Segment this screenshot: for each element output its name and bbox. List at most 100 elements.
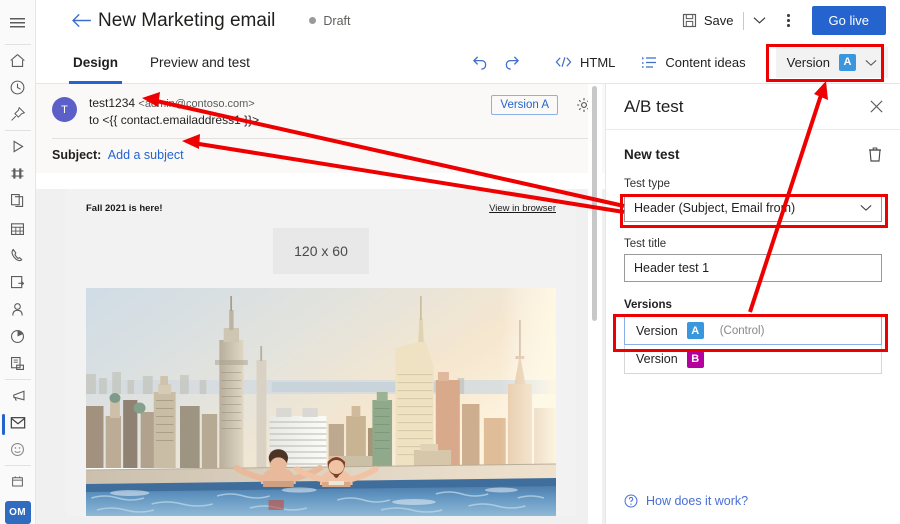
go-live-button[interactable]: Go live — [811, 6, 886, 35]
subject-input-link[interactable]: Add a subject — [108, 148, 184, 162]
test-type-value: Header (Subject, Email from) — [634, 201, 796, 215]
sidebar-item-customer-journeys[interactable] — [0, 133, 36, 160]
ab-test-panel: A/B test New test Test type Header (Subj… — [606, 84, 900, 524]
tab-design[interactable]: Design — [69, 41, 123, 84]
more-options-button[interactable] — [776, 14, 802, 27]
sidebar-item-campaigns[interactable] — [0, 382, 36, 409]
version-selector-label: Version — [786, 54, 830, 70]
sidebar-item-segments[interactable] — [0, 160, 36, 187]
hamburger-icon-button[interactable] — [0, 9, 36, 36]
sender-line[interactable]: test1234 <admin@contoso.com> — [89, 95, 259, 112]
undo-button[interactable] — [463, 55, 496, 70]
redo-icon — [505, 55, 520, 70]
delete-test-button[interactable] — [868, 146, 882, 162]
clock-icon — [10, 80, 25, 95]
new-test-row: New test — [624, 146, 882, 162]
test-title-value: Header test 1 — [634, 261, 710, 275]
email-body: Fall 2021 is here! View in browser 120 x… — [36, 189, 606, 524]
version-selector-button[interactable]: Version A — [775, 46, 888, 78]
pin-icon — [11, 107, 26, 122]
sender-name: test1234 — [89, 96, 136, 110]
segments-icon — [11, 168, 24, 179]
sidebar-item-marketing-pages[interactable] — [0, 187, 36, 214]
test-type-dropdown[interactable]: Header (Subject, Email from) — [624, 194, 882, 222]
test-title-input[interactable]: Header test 1 — [624, 254, 882, 282]
divider — [742, 11, 744, 30]
calendar-icon — [10, 222, 25, 235]
content-ideas-button[interactable]: Content ideas — [641, 54, 746, 70]
version-row-b-label: Version — [636, 352, 678, 366]
sidebar-item-marketing-emails[interactable] — [0, 409, 36, 436]
avatar[interactable]: OM — [4, 501, 31, 524]
sender-info: test1234 <admin@contoso.com> to <{{ cont… — [89, 95, 259, 128]
sidebar-item-social-posts[interactable] — [0, 436, 36, 463]
panel-title: A/B test — [624, 96, 684, 116]
megaphone-icon — [12, 390, 25, 401]
sidebar-item-recent[interactable] — [0, 74, 36, 101]
hamburger-icon — [10, 18, 25, 28]
mail-icon — [10, 416, 25, 429]
save-options-button[interactable] — [753, 12, 766, 30]
new-test-label: New test — [624, 146, 680, 162]
sidebar-item-analytics[interactable] — [0, 323, 36, 350]
hero-image-block[interactable] — [86, 288, 556, 516]
chevron-down-icon — [860, 201, 872, 215]
sidebar-item-pinned[interactable] — [0, 101, 36, 128]
save-disk-icon — [682, 13, 696, 28]
preheader-text[interactable]: Fall 2021 is here! — [86, 203, 163, 214]
header-row-actions: Version A — [491, 95, 592, 115]
version-a-pill[interactable]: Version A — [491, 95, 558, 115]
recipient-line[interactable]: to <{{ contact.emailaddress1 }}> — [89, 112, 259, 128]
email-designer-canvas: T test1234 <admin@contoso.com> to <{{ co… — [36, 84, 606, 524]
rail-divider — [4, 44, 31, 45]
sender-avatar: T — [52, 97, 77, 122]
version-row-b[interactable]: Version B — [624, 345, 882, 374]
rail-divider-4 — [4, 465, 31, 467]
canvas-scrollbar[interactable] — [592, 86, 597, 321]
header-actions: Save Go live — [682, 6, 900, 35]
html-label: HTML — [580, 54, 616, 70]
test-type-label: Test type — [624, 178, 671, 190]
question-circle-icon — [624, 494, 638, 508]
calendar-small-icon — [12, 476, 23, 487]
logo-image-placeholder[interactable]: 120 x 60 — [273, 228, 369, 274]
back-button[interactable] — [64, 13, 98, 28]
chevron-down-icon — [865, 55, 877, 70]
view-in-browser-link[interactable]: View in browser — [489, 203, 556, 214]
pages-icon — [10, 194, 24, 208]
email-content-container: Fall 2021 is here! View in browser 120 x… — [66, 189, 576, 516]
play-icon — [13, 140, 24, 153]
content-ideas-label: Content ideas — [665, 54, 746, 70]
close-panel-button[interactable] — [869, 99, 884, 114]
sidebar-item-home[interactable] — [0, 47, 36, 74]
save-button[interactable]: Save — [682, 13, 734, 28]
html-button[interactable]: HTML — [555, 55, 615, 70]
sidebar-item-events[interactable] — [0, 215, 36, 242]
command-bar-actions: HTML Content ideas Version A — [463, 46, 900, 78]
rail-divider-2 — [4, 130, 31, 132]
app-window: OM New Marketing email Draft Save Go liv… — [0, 0, 900, 524]
sidebar-item-templates[interactable] — [0, 350, 36, 377]
version-row-a-label: Version — [636, 323, 678, 338]
page-title: New Marketing email — [98, 9, 276, 31]
more-vertical-icon — [787, 14, 790, 17]
subject-row[interactable]: Subject: Add a subject — [36, 139, 606, 173]
sidebar-item-voice-calls[interactable] — [0, 242, 36, 269]
sidebar-item-contacts[interactable] — [0, 296, 36, 323]
code-icon — [555, 56, 572, 68]
back-arrow-icon — [71, 13, 91, 28]
sidebar-item-calendar[interactable] — [0, 468, 36, 495]
status-dot-icon — [309, 17, 317, 24]
app-header: New Marketing email Draft Save Go live — [36, 0, 900, 41]
redo-button[interactable] — [496, 55, 529, 70]
preheader-row: Fall 2021 is here! View in browser — [86, 203, 556, 214]
version-badge-b: B — [686, 350, 704, 368]
version-row-a[interactable]: Version A (Control) — [624, 316, 882, 345]
close-icon — [870, 100, 883, 113]
sidebar-item-forms[interactable] — [0, 269, 36, 296]
smiley-icon — [10, 443, 25, 457]
tab-preview-and-test[interactable]: Preview and test — [146, 41, 254, 84]
panel-body: New test Test type Header (Subject, Emai… — [606, 130, 900, 374]
from-row: T test1234 <admin@contoso.com> to <{{ co… — [36, 95, 606, 128]
how-does-it-work-link[interactable]: How does it work? — [624, 494, 748, 508]
